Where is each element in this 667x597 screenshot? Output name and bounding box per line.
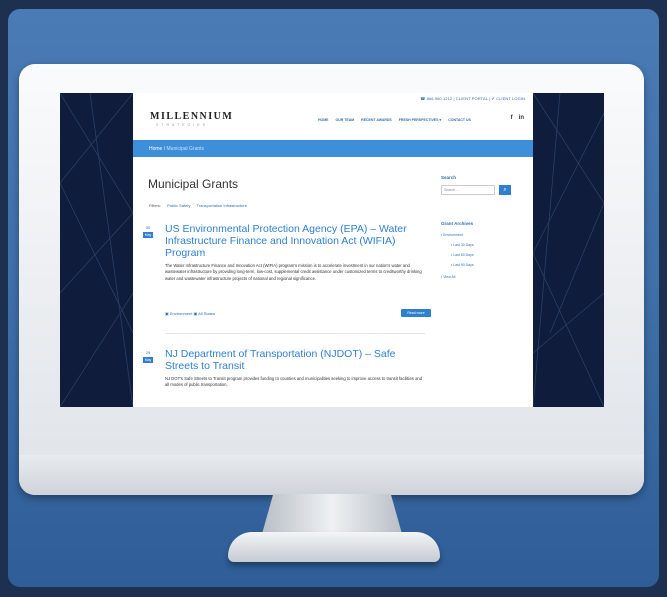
post-item: 30 May US Environmental Protection Agenc… [143,223,431,323]
archive-item[interactable]: • Last 60 Days [451,253,474,257]
monitor-stand-base [228,532,440,562]
search-icon: ⌕ [503,187,507,193]
search-input[interactable]: Search... [441,185,495,195]
post-excerpt: The Water Infrastructure Finance and Inn… [165,263,422,281]
nav-item-contact-us[interactable]: CONTACT US [448,118,471,122]
post-divider [165,333,425,334]
breadcrumb-bar: Home / Municipal Grants [133,140,533,157]
main-nav: HOME OUR TEAM RECENT AWARDS FRESH PERSPE… [318,118,471,122]
archive-item[interactable]: • Last 90 Days [451,263,474,267]
post-month: May [143,232,153,238]
facebook-icon[interactable]: f [511,115,513,121]
post-title[interactable]: US Environmental Protection Agency (EPA)… [165,223,427,259]
search-heading: Search [441,175,457,180]
filter-public-safety[interactable]: Public Safety [167,203,190,208]
post-date: 30 May [143,225,153,238]
breadcrumb-current: Municipal Grants [166,146,205,152]
nav-item-fresh-perspectives[interactable]: FRESH PERSPECTIVES ▾ [399,118,441,122]
utility-links[interactable]: ☎ 866.960.1212 | CLIENT PORTAL | ✔ CLIEN… [420,96,525,101]
archive-item[interactable]: • Last 30 Days [451,243,474,247]
post-excerpt: NJ DOT's Safe Streets to Transit program… [165,376,423,388]
filter-transportation[interactable]: Transportation Infrastructure [197,203,247,208]
post-day: 29 [145,350,151,355]
social-links: f in [511,115,524,121]
breadcrumb-home[interactable]: Home [149,146,162,152]
monitor-chin [19,455,644,495]
post-day: 30 [145,225,151,230]
website: ☎ 866.960.1212 | CLIENT PORTAL | ✔ CLIEN… [133,93,533,407]
post-month: May [143,357,153,363]
post-date: 29 May [143,350,153,363]
post-meta[interactable]: ▣ Environment ▣ All States [165,311,215,316]
linkedin-icon[interactable]: in [519,115,524,121]
archive-item[interactable]: • Environment [441,233,463,237]
archives-heading: Grant Archives [441,221,474,226]
filters: Filters: Public Safety Transportation In… [149,203,247,208]
post-item: 29 May NJ Department of Transportation (… [143,348,423,407]
breadcrumb: Home / Municipal Grants [149,146,204,152]
nav-item-recent-awards[interactable]: RECENT AWARDS [361,118,392,122]
nav-item-our-team[interactable]: OUR TEAM [336,118,355,122]
archive-item[interactable]: • View All [441,275,455,279]
filters-label: Filters: [149,203,161,208]
monitor-stand-neck [262,494,402,534]
monitor-screen: ☎ 866.960.1212 | CLIENT PORTAL | ✔ CLIEN… [60,93,604,407]
post-title[interactable]: NJ Department of Transportation (NJDOT) … [165,348,427,372]
read-more-button[interactable]: Read more [401,309,431,317]
search-button[interactable]: ⌕ [499,185,511,195]
logo-tagline: STRATEGIES [156,123,208,127]
logo[interactable]: MILLENNIUM [150,111,233,122]
nav-item-home[interactable]: HOME [318,118,329,122]
page-title: Municipal Grants [148,177,239,191]
